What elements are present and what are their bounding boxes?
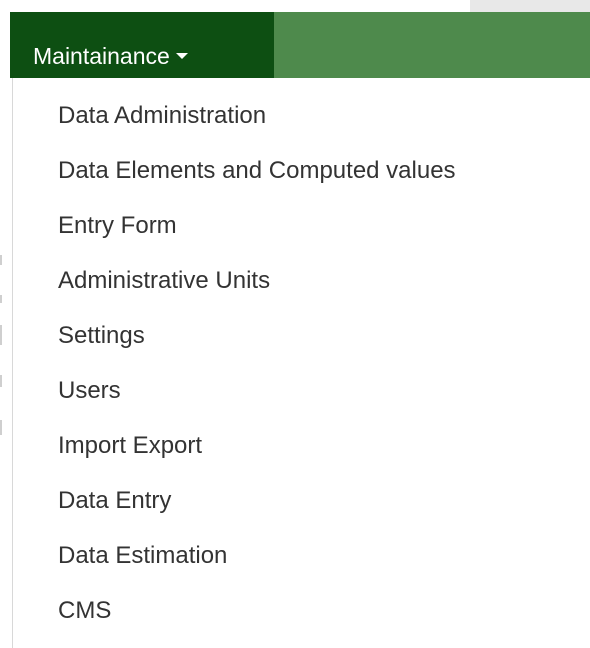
maintainance-menu-label[interactable]: Maintainance [33,43,188,69]
menu-item-cms[interactable]: CMS [58,595,111,627]
menu-item-settings[interactable]: Settings [58,320,145,352]
menu-item-import-export[interactable]: Import Export [58,430,202,462]
menu-item-data-estimation[interactable]: Data Estimation [58,540,227,572]
menu-item-data-elements-and-computed-values[interactable]: Data Elements and Computed values [58,155,456,187]
menu-item-data-entry[interactable]: Data Entry [58,485,171,517]
maintainance-label-text: Maintainance [33,43,170,69]
menu-item-data-administration[interactable]: Data Administration [58,100,266,132]
left-edge-mark [0,255,2,265]
caret-down-icon [175,52,188,59]
menu-item-administrative-units[interactable]: Administrative Units [58,265,270,297]
menu-item-entry-form[interactable]: Entry Form [58,210,177,242]
menu-item-users[interactable]: Users [58,375,121,407]
left-edge-mark [0,420,2,435]
maintainance-dropdown-menu: Data Administration Data Elements and Co… [12,78,590,648]
left-edge-mark [0,295,2,303]
top-gray-strip [470,0,590,12]
left-edge-mark [0,375,2,387]
app-screenshot: Maintainance Data Administration Data El… [0,0,590,648]
left-edge-mark [0,325,2,345]
